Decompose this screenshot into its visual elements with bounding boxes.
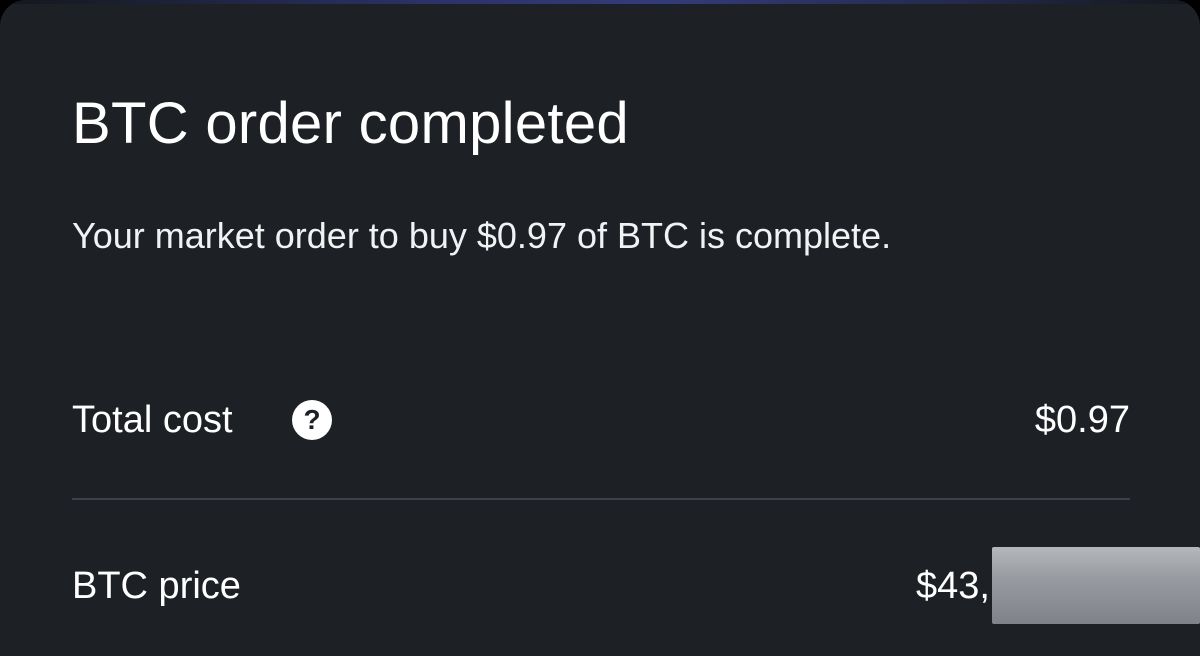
total-cost-row: Total cost ? $0.97: [72, 392, 1130, 448]
question-circle-icon[interactable]: ?: [292, 400, 332, 440]
top-accent-bar: [0, 0, 1200, 4]
divider: [72, 498, 1130, 500]
btc-price-label: BTC price: [72, 565, 241, 607]
order-summary-text: Your market order to buy $0.97 of BTC is…: [72, 215, 892, 256]
total-cost-value: $0.97: [1034, 399, 1130, 441]
total-cost-label: Total cost: [72, 399, 233, 441]
btc-price-value: $43,: [916, 565, 990, 607]
page-title: BTC order completed: [72, 91, 629, 156]
redaction-box: [992, 547, 1200, 624]
btc-price-row: BTC price $43,: [72, 558, 1130, 614]
order-confirmation-screen: BTC order completed Your market order to…: [0, 0, 1200, 656]
